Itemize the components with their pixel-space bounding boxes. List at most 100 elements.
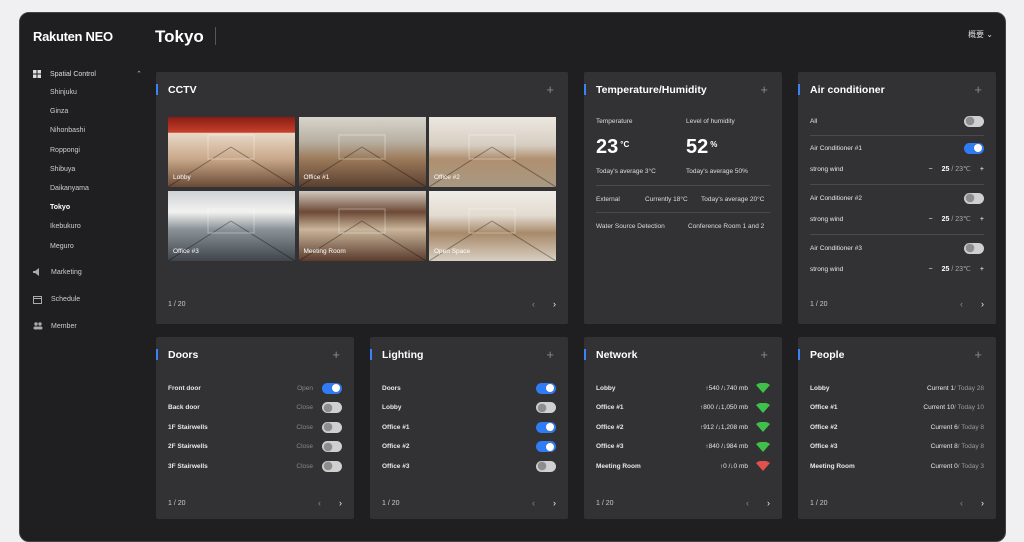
ac-all-toggle[interactable]	[964, 115, 984, 127]
sidebar-item-ikebukuro[interactable]: Ikebukuro	[20, 217, 152, 236]
next-page-button[interactable]: ›	[981, 299, 984, 309]
people-today: / Today 28	[954, 384, 984, 392]
add-icon[interactable]: +	[332, 347, 340, 362]
doors-row-name: Front door	[168, 384, 201, 392]
add-icon[interactable]: +	[760, 347, 768, 362]
door-toggle[interactable]	[322, 460, 342, 472]
sidebar-item-nihonbashi[interactable]: Nihonbashi	[20, 121, 152, 140]
ac-unit-toggle[interactable]	[964, 192, 984, 204]
page-indicator: 1 / 20	[810, 499, 828, 507]
camera-label: Office #2	[434, 174, 460, 181]
decrease-temperature-button[interactable]: −	[929, 216, 933, 223]
page-indicator: 1 / 20	[168, 300, 186, 308]
sidebar-item-marketing[interactable]: Marketing	[20, 259, 152, 286]
external-label: External	[596, 196, 620, 203]
camera-feed-lobby[interactable]: Lobby	[168, 117, 295, 187]
add-icon[interactable]: +	[760, 82, 768, 97]
ac-unit-name: Air Conditioner #1	[810, 144, 863, 152]
sidebar-item-ginza[interactable]: Ginza	[20, 102, 152, 121]
increase-temperature-button[interactable]: +	[980, 166, 984, 173]
camera-feed-office-2[interactable]: Office #2	[429, 117, 556, 187]
increase-temperature-button[interactable]: +	[980, 216, 984, 223]
ac-mode-label: strong wind	[810, 165, 844, 173]
sidebar-item-tokyo[interactable]: Tokyo	[20, 198, 152, 217]
ac-unit-row: Air Conditioner #3	[810, 242, 984, 254]
chevron-up-icon[interactable]: ⌃	[136, 70, 142, 78]
door-toggle[interactable]	[322, 441, 342, 452]
language-selector[interactable]: 概要 ⌄	[968, 29, 993, 40]
network-row-right: ↑0 /↓0 mb	[720, 460, 770, 471]
add-icon[interactable]: +	[974, 82, 982, 97]
door-toggle[interactable]	[322, 402, 342, 413]
sidebar-item-member[interactable]: Member	[20, 313, 152, 340]
wifi-icon	[756, 441, 770, 452]
water-source-label: Water Source Detection	[596, 223, 665, 230]
prev-page-button[interactable]: ‹	[746, 498, 749, 508]
ac-unit-toggle[interactable]	[964, 242, 984, 254]
next-page-button[interactable]: ›	[553, 299, 556, 309]
door-state: Close	[296, 462, 313, 470]
decrease-temperature-button[interactable]: −	[929, 166, 933, 173]
light-toggle[interactable]	[536, 460, 556, 472]
sidebar-item-shinjuku[interactable]: Shinjuku	[20, 83, 152, 102]
add-icon[interactable]: +	[974, 347, 982, 362]
sidebar-item-roppongi[interactable]: Roppongi	[20, 141, 152, 160]
people-today: / Today 3	[957, 462, 984, 470]
ac-target-temperature: / 23℃	[949, 216, 971, 223]
network-throughput: ↑800 /↓1,050 mb	[699, 404, 748, 411]
camera-feed-office-3[interactable]: Office #3	[168, 191, 295, 261]
next-page-button[interactable]: ›	[767, 498, 770, 508]
prev-page-button[interactable]: ‹	[532, 498, 535, 508]
lighting-row-name: Lobby	[382, 404, 402, 411]
network-row-name: Office #1	[596, 404, 624, 411]
decrease-temperature-button[interactable]: −	[929, 266, 933, 273]
sidebar-item-label: Marketing	[51, 268, 82, 276]
network-row: Office #3 ↑840 /↓984 mb	[596, 440, 770, 454]
ac-mode-row: strong wind − 25 / 23℃ +	[810, 263, 984, 275]
sidebar: Rakuten NEO Spatial Control ⌃ Shinjuku Gi…	[20, 13, 152, 541]
add-icon[interactable]: +	[546, 82, 554, 97]
prev-page-button[interactable]: ‹	[960, 299, 963, 309]
door-toggle[interactable]	[322, 421, 342, 433]
sidebar-group-spatial-control[interactable]: Spatial Control ⌃	[20, 65, 152, 83]
topbar: Tokyo 概要 ⌄	[152, 13, 1005, 61]
sidebar-item-shibuya[interactable]: Shibuya	[20, 160, 152, 179]
door-toggle[interactable]	[322, 382, 342, 394]
ac-unit-name: Air Conditioner #3	[810, 244, 863, 252]
prev-page-button[interactable]: ‹	[318, 498, 321, 508]
people-current: Current 0	[930, 462, 958, 470]
people-current: Current 10	[923, 404, 955, 411]
lighting-row: Lobby	[382, 401, 556, 415]
light-toggle[interactable]	[536, 421, 556, 433]
next-page-button[interactable]: ›	[981, 498, 984, 508]
prev-page-button[interactable]: ‹	[960, 498, 963, 508]
light-toggle[interactable]	[536, 382, 556, 394]
people-row-name: Lobby	[810, 384, 830, 392]
prev-page-button[interactable]: ‹	[532, 299, 535, 309]
sidebar-item-meguro[interactable]: Meguro	[20, 237, 152, 256]
sidebar-item-daikanyama[interactable]: Daikanyama	[20, 179, 152, 198]
next-page-button[interactable]: ›	[553, 498, 556, 508]
wifi-icon	[756, 382, 770, 393]
next-page-button[interactable]: ›	[339, 498, 342, 508]
people-row-right: Current 8 / Today 8	[931, 443, 984, 450]
sidebar-item-schedule[interactable]: Schedule	[20, 286, 152, 313]
doors-row-right: Close	[296, 460, 342, 472]
light-toggle[interactable]	[536, 402, 556, 413]
wifi-icon	[756, 402, 770, 413]
camera-feed-open-space[interactable]: Open Space	[429, 191, 556, 261]
ac-temperature-control: − 25 / 23℃ +	[929, 165, 984, 174]
camera-feed-office-1[interactable]: Office #1	[298, 117, 426, 187]
people-row: Lobby Current 1 / Today 28	[810, 381, 984, 395]
accent-bar	[156, 84, 158, 95]
add-icon[interactable]: +	[546, 347, 554, 362]
increase-temperature-button[interactable]: +	[980, 266, 984, 273]
people-row-right: Current 1 / Today 28	[927, 385, 984, 392]
people-icon	[33, 321, 43, 331]
people-row-right: Current 6 / Today 8	[931, 424, 984, 431]
page-indicator: 1 / 20	[810, 300, 828, 308]
people-row-name: Office #3	[810, 443, 838, 450]
camera-feed-meeting-room[interactable]: Meeting Room	[298, 191, 426, 261]
ac-unit-toggle[interactable]	[964, 142, 984, 154]
light-toggle[interactable]	[536, 441, 556, 452]
